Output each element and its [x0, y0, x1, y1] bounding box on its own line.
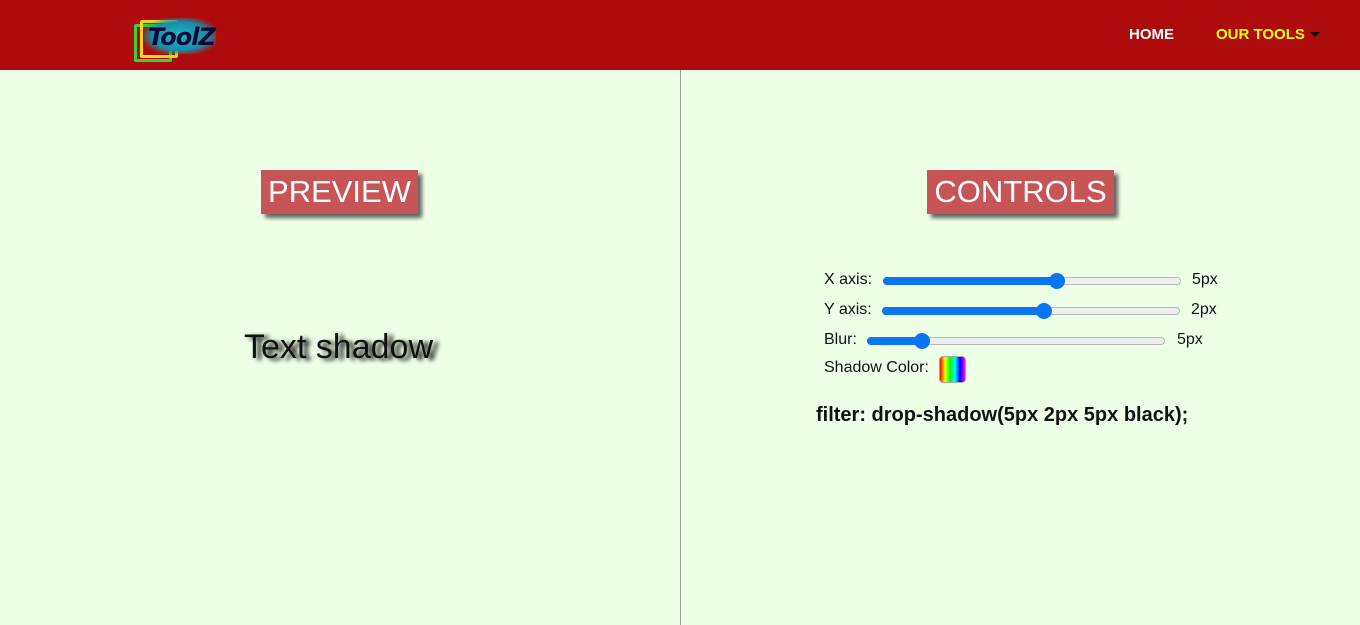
blur-slider-thumb[interactable]	[914, 333, 930, 349]
filter-css-output: filter: drop-shadow(5px 2px 5px black);	[816, 404, 1189, 426]
y-axis-slider-thumb[interactable]	[1036, 303, 1052, 319]
preview-sample-text: Text shadow	[244, 328, 433, 366]
controls-heading: CONTROLS	[927, 170, 1114, 214]
blur-slider[interactable]	[867, 333, 1165, 349]
blur-value: 5px	[1177, 331, 1203, 348]
x-axis-slider-thumb[interactable]	[1049, 273, 1065, 289]
caret-down-icon[interactable]	[1310, 32, 1320, 37]
blur-label: Blur:	[824, 331, 857, 348]
toolz-logo[interactable]: ToolZ	[132, 16, 218, 68]
y-axis-value: 2px	[1191, 301, 1217, 318]
shadow-color-label: Shadow Color:	[824, 359, 929, 376]
top-navbar: ToolZ HOME OUR TOOLS	[0, 0, 1360, 70]
column-divider	[680, 70, 681, 625]
x-axis-label: X axis:	[824, 271, 873, 288]
y-axis-slider[interactable]	[882, 303, 1180, 319]
blur-slider-fill	[867, 337, 921, 345]
nav-our-tools-dropdown[interactable]: OUR TOOLS	[1216, 26, 1305, 43]
logo-text: ToolZ	[148, 23, 216, 51]
nav-home-link[interactable]: HOME	[1129, 26, 1174, 43]
y-axis-label: Y axis:	[824, 301, 872, 318]
y-axis-slider-fill	[882, 307, 1043, 315]
x-axis-slider[interactable]	[883, 273, 1181, 289]
x-axis-value: 5px	[1192, 271, 1218, 288]
x-axis-slider-fill	[883, 277, 1056, 285]
shadow-color-picker[interactable]	[939, 356, 966, 383]
preview-heading: PREVIEW	[261, 170, 418, 214]
